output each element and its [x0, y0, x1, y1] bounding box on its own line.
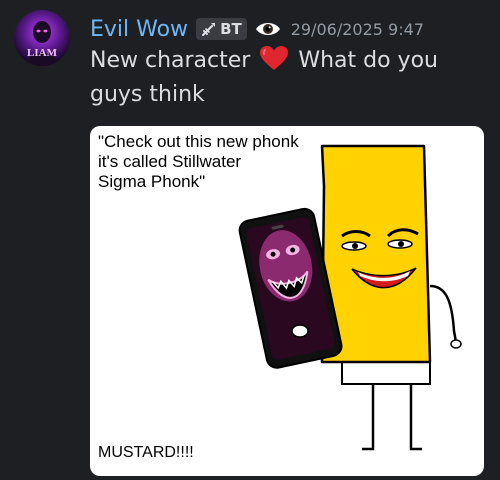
- avatar-text: LIAM: [27, 47, 58, 59]
- message-header: Evil Wow BT 29/06/2025 9:47: [90, 14, 424, 44]
- left-leg: [362, 381, 375, 451]
- right-leg: [409, 381, 422, 451]
- meme-caption: "Check out this new phonk it's called St…: [98, 132, 299, 191]
- timestamp[interactable]: 29/06/2025 9:47: [291, 20, 424, 39]
- clan-tag[interactable]: BT: [196, 18, 247, 40]
- right-arm: [429, 284, 458, 343]
- right-hand: [450, 339, 462, 349]
- heart-icon[interactable]: [259, 45, 289, 71]
- chat-message: LIAM Evil Wow BT 29/06/2025 9:47 New cha…: [0, 0, 500, 480]
- left-hand: [291, 324, 309, 338]
- bottle-cap: [341, 361, 431, 385]
- eye-icon[interactable]: [255, 20, 281, 38]
- sword-icon: [201, 23, 216, 37]
- avatar[interactable]: LIAM: [14, 10, 70, 66]
- clan-tag-text: BT: [220, 20, 242, 38]
- username[interactable]: Evil Wow: [90, 17, 188, 42]
- avatar-image: LIAM: [14, 10, 70, 66]
- message-text-before: New character: [90, 48, 251, 73]
- message-content: New character What do you guys think: [90, 44, 470, 112]
- meme-bottom-text: MUSTARD!!!!: [98, 444, 194, 461]
- image-attachment[interactable]: "Check out this new phonk it's called St…: [90, 126, 484, 476]
